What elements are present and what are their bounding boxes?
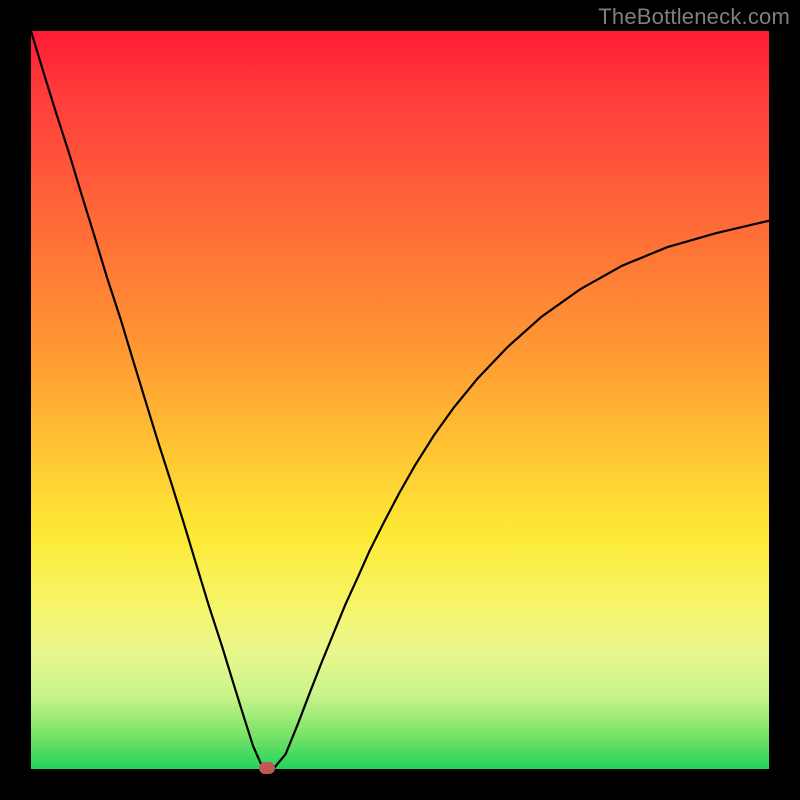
curve-svg — [31, 31, 769, 769]
chart-frame: TheBottleneck.com — [0, 0, 800, 800]
plot-area — [31, 31, 769, 769]
bottleneck-curve — [31, 31, 769, 768]
optimum-marker — [259, 762, 275, 774]
watermark-text: TheBottleneck.com — [598, 4, 790, 30]
